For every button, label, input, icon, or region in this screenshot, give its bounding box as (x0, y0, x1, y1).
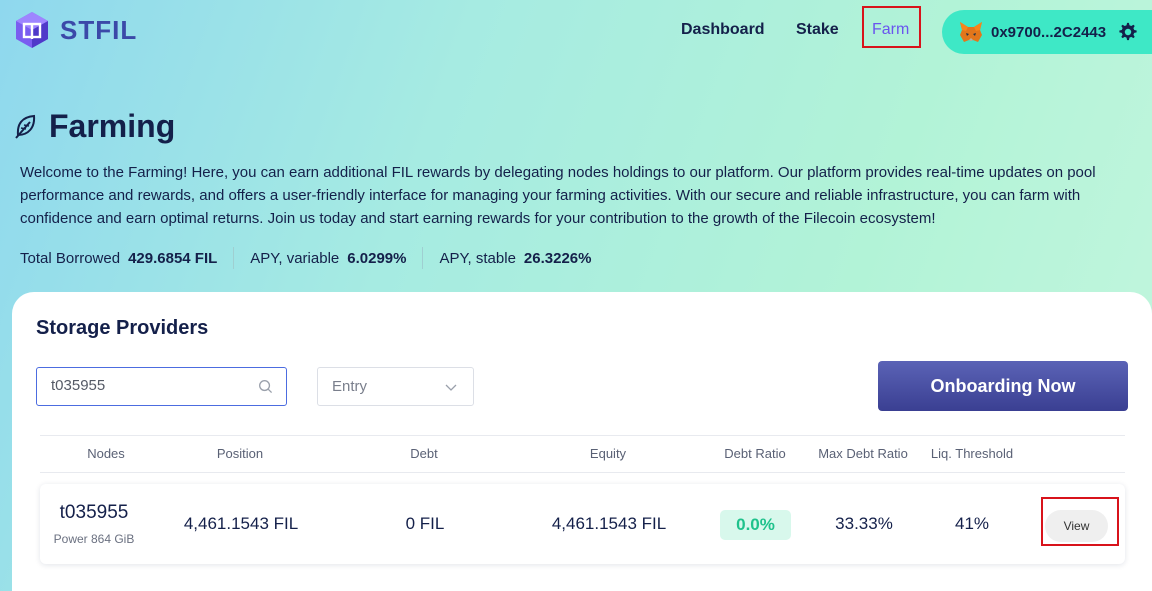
column-header-debt-ratio[interactable]: Debt Ratio (724, 446, 785, 461)
brand-name: STFIL (60, 14, 138, 45)
node-id: t035955 (59, 502, 129, 523)
nav-farm-highlight-box (862, 6, 921, 48)
liq-threshold-cell: 41% (954, 514, 990, 533)
max-debt-ratio-cell: 33.33% (835, 514, 893, 533)
top-bar: STFIL Dashboard Stake Farm 0x9700...2C24… (0, 0, 1152, 62)
debt-cell: 0 FIL (405, 514, 445, 533)
stat-apy-stable: APY, stable 26.3226% (439, 250, 591, 267)
column-header-debt[interactable]: Debt (410, 446, 437, 461)
intro-paragraph: Welcome to the Farming! Here, you can ea… (20, 164, 1096, 227)
stfil-cube-logo-icon (16, 12, 48, 48)
node-search-input[interactable] (51, 377, 251, 394)
leaf-icon (15, 114, 36, 139)
page-heading: Farming (49, 108, 176, 144)
entry-select-value: Entry (332, 378, 368, 395)
column-header-position[interactable]: Position (217, 446, 263, 461)
column-header-nodes[interactable]: Nodes (87, 446, 125, 461)
debt-ratio-badge: 0.0% (720, 510, 791, 540)
position-cell: 4,461.1543 FIL (183, 514, 299, 533)
table-row: t035955 Power 864 GiB 4,461.1543 FIL 0 F… (40, 484, 1125, 564)
equity-cell: 4,461.1543 FIL (551, 514, 667, 533)
stat-total-borrowed: Total Borrowed 429.6854 FIL (20, 250, 217, 267)
stat-label: Total Borrowed (20, 249, 121, 267)
wallet-address: 0x9700...2C2443 (991, 23, 1107, 41)
card-title: Storage Providers (36, 317, 209, 339)
column-header-liq-threshold[interactable]: Liq. Threshold (931, 446, 1013, 461)
nav-stake[interactable]: Stake (796, 21, 839, 39)
onboarding-now-button[interactable]: Onboarding Now (878, 361, 1128, 411)
page-title: Farming (14, 108, 175, 145)
stat-value: 429.6854 FIL (128, 249, 218, 267)
stat-value: 26.3226% (523, 249, 592, 267)
gear-icon[interactable] (1117, 21, 1139, 43)
stat-label: APY, stable (439, 249, 516, 267)
wallet-button[interactable]: 0x9700...2C2443 (942, 10, 1152, 54)
stat-apy-variable: APY, variable 6.0299% (250, 250, 406, 267)
stat-label: APY, variable (250, 249, 340, 267)
stat-divider (422, 247, 424, 269)
entry-select[interactable]: Entry (317, 367, 474, 406)
stat-divider (233, 247, 235, 269)
node-power: Power 864 GiB (53, 532, 135, 546)
stat-value: 6.0299% (347, 249, 407, 267)
view-button-highlight-box (1041, 497, 1119, 546)
stats-bar: Total Borrowed 429.6854 FIL APY, variabl… (20, 247, 591, 269)
node-search-field[interactable] (36, 367, 287, 406)
nav-dashboard[interactable]: Dashboard (681, 21, 765, 39)
metamask-fox-icon (960, 22, 982, 42)
storage-providers-card: Storage Providers Entry Onboarding Now N… (12, 292, 1152, 591)
column-header-max-debt-ratio[interactable]: Max Debt Ratio (818, 446, 908, 461)
chevron-down-icon (445, 384, 457, 391)
brand-logo[interactable]: STFIL (14, 11, 137, 49)
table-header: Nodes Position Debt Equity Debt Ratio Ma… (40, 435, 1125, 473)
search-icon[interactable] (258, 379, 273, 394)
column-header-equity[interactable]: Equity (590, 446, 626, 461)
